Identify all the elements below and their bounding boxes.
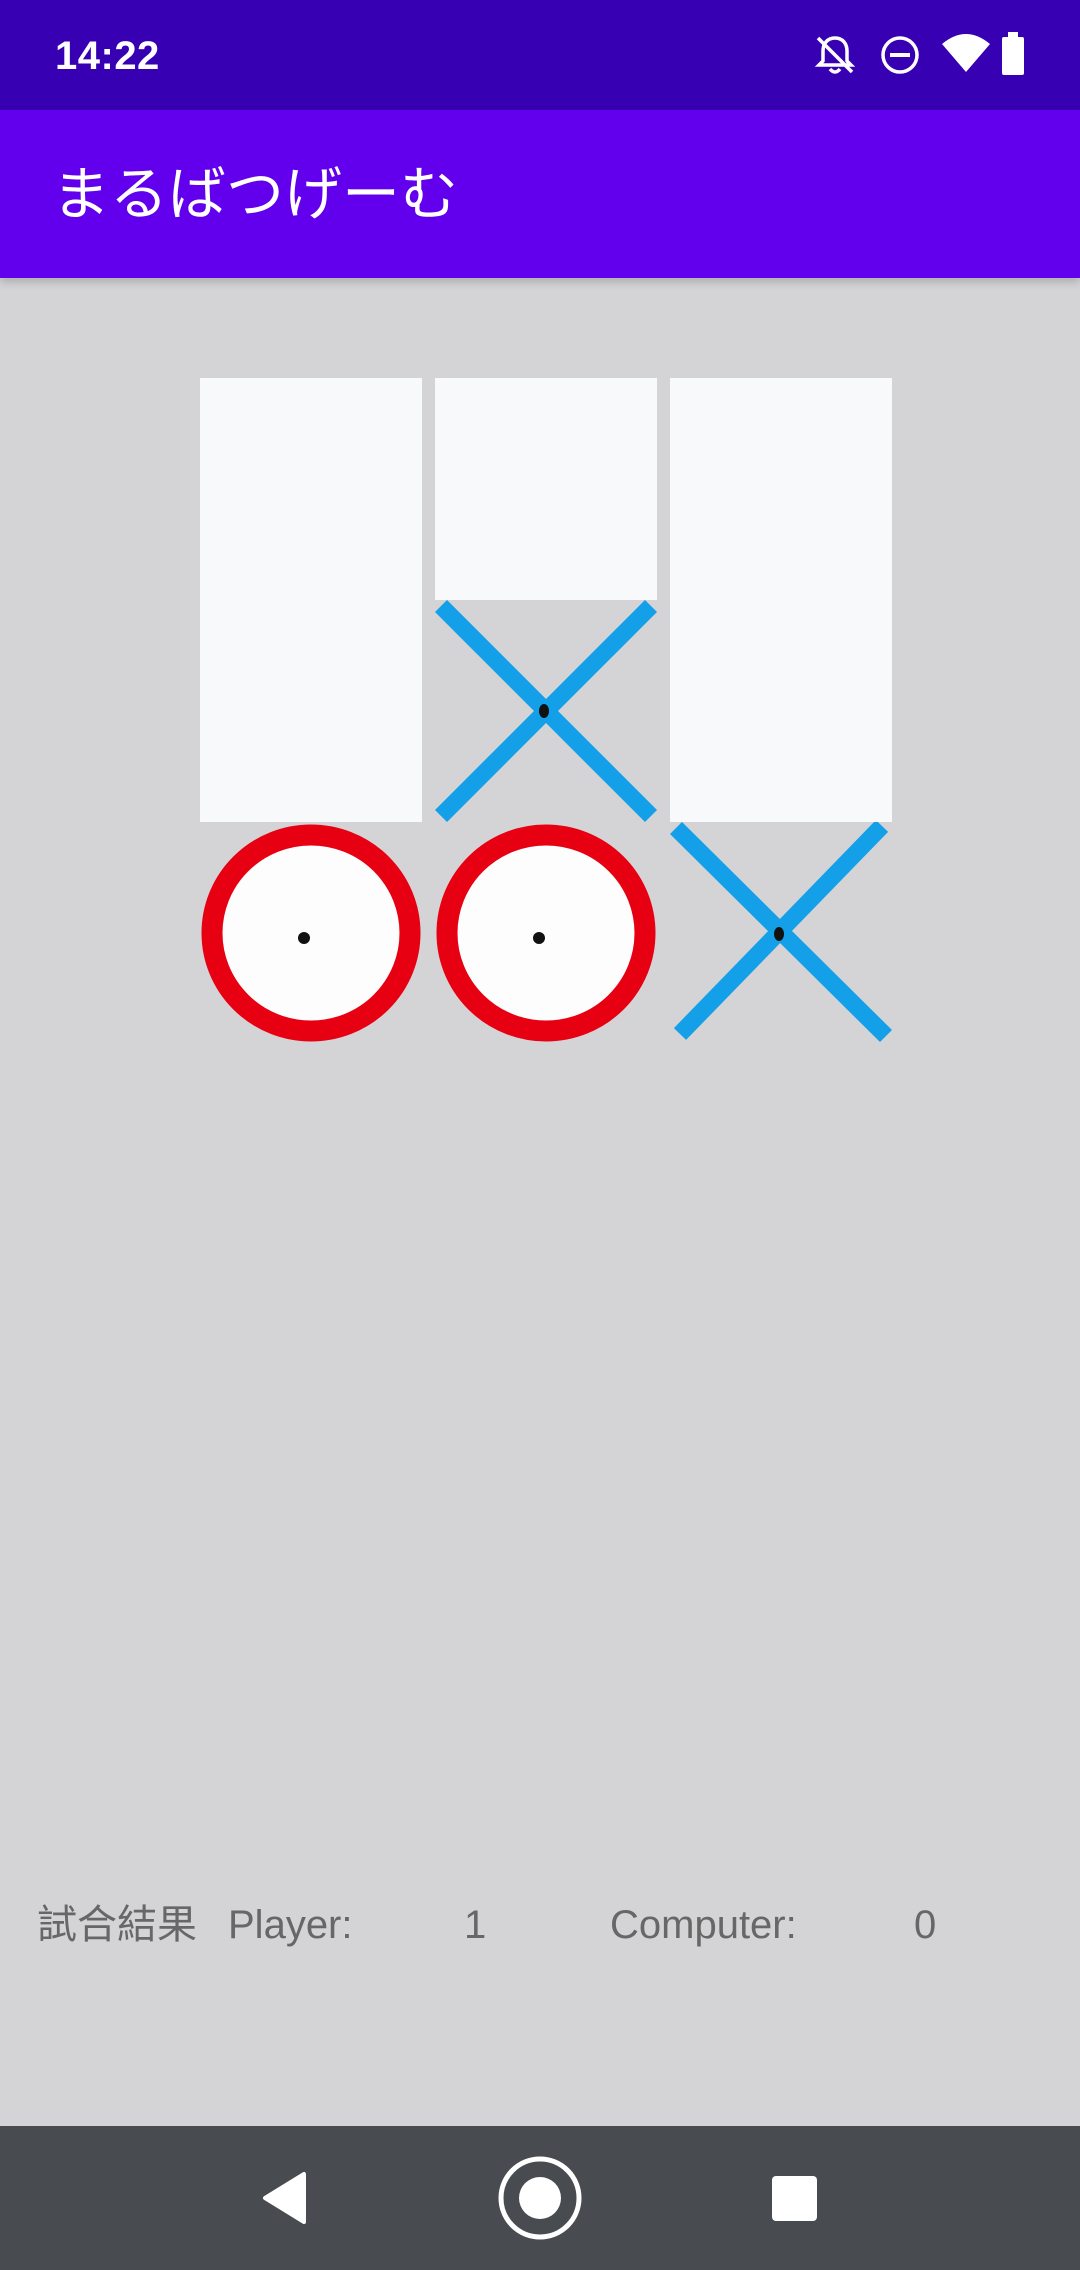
board-cell[interactable] (670, 600, 892, 822)
navigation-bar (0, 2126, 1080, 2270)
player-label: Player: (228, 1903, 353, 1947)
player-score: 1 (464, 1903, 487, 1947)
computer-label: Computer: (610, 1903, 797, 1947)
board-cell[interactable] (670, 378, 892, 600)
batsu-mark-icon (670, 822, 892, 1043)
back-button[interactable] (210, 2126, 354, 2270)
recents-button[interactable] (722, 2126, 866, 2270)
computer-score: 0 (914, 1903, 937, 1947)
maru-mark-icon (436, 824, 656, 1042)
recents-icon (772, 2176, 817, 2221)
board-cell[interactable] (435, 822, 657, 1044)
back-icon (263, 2172, 306, 2224)
batsu-mark-icon (435, 600, 657, 822)
board-cell[interactable] (200, 378, 422, 600)
board-cell[interactable] (435, 378, 657, 600)
home-button[interactable] (468, 2126, 612, 2270)
score-row: 試合結果 Player: 1 Computer: 0 (0, 1890, 1080, 1960)
game-board (0, 0, 1080, 1100)
score-title: 試合結果 (37, 1902, 197, 1948)
board-cell[interactable] (435, 600, 657, 822)
maru-mark-icon (201, 824, 421, 1042)
board-cell[interactable] (200, 822, 422, 1044)
home-icon (498, 2156, 582, 2240)
board-cell[interactable] (200, 600, 422, 822)
board-cell[interactable] (670, 822, 892, 1044)
